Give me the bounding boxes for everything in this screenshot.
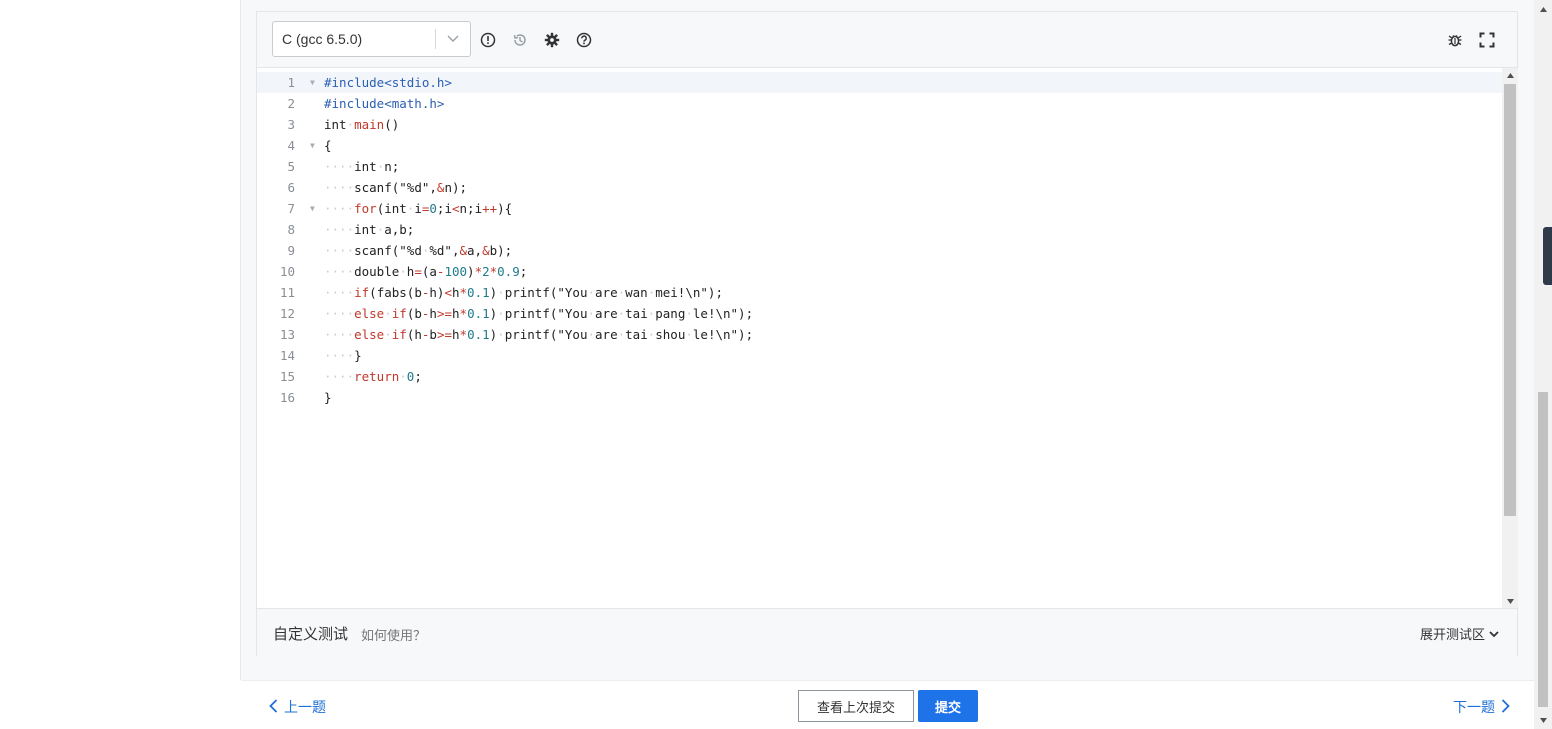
scroll-down-icon[interactable] xyxy=(1502,594,1518,608)
code-line[interactable]: 8 ····int·a,b; xyxy=(257,219,1502,240)
editor-toolbar: C (gcc 6.5.0) xyxy=(257,12,1517,68)
code-line[interactable]: 11 ····if(fabs(b-h)<h*0.1)·printf("You·ar… xyxy=(257,282,1502,303)
help-icon[interactable] xyxy=(575,31,593,49)
language-select-value: C (gcc 6.5.0) xyxy=(282,31,363,47)
custom-test-title: 自定义测试 xyxy=(273,626,349,643)
language-select[interactable]: C (gcc 6.5.0) xyxy=(272,21,471,57)
line-number: 11 xyxy=(279,285,295,300)
scroll-up-icon[interactable] xyxy=(1502,68,1518,82)
view-last-submission-button[interactable]: 查看上次提交 xyxy=(798,690,914,722)
history-icon[interactable] xyxy=(511,31,529,49)
fold-arrow-icon[interactable]: ▼ xyxy=(310,198,320,219)
fold-arrow-icon[interactable]: ▼ xyxy=(310,135,320,156)
code-line[interactable]: 5 ····int·n; xyxy=(257,156,1502,177)
code-text: #include<stdio.h> xyxy=(324,75,452,90)
line-number: 8 xyxy=(287,222,295,237)
code-line[interactable]: 12 ····else·if(b-h>=h*0.1)·printf("You·ar… xyxy=(257,303,1502,324)
submit-button[interactable]: 提交 xyxy=(918,690,978,722)
line-number: 14 xyxy=(279,348,295,363)
code-text: ····else·if(b-h>=h*0.1)·printf("You·are·… xyxy=(324,306,754,321)
page-scrollbar[interactable] xyxy=(1534,0,1552,729)
line-number: 12 xyxy=(279,306,295,321)
next-problem-label: 下一题 xyxy=(1453,699,1495,715)
chevron-down-icon xyxy=(1489,626,1499,641)
code-line[interactable]: 4 ▼ { xyxy=(257,135,1502,156)
code-line[interactable]: 13 ····else·if(h-b>=h*0.1)·printf("You·ar… xyxy=(257,324,1502,345)
code-line[interactable]: 10 ····double·h=(a-100)*2*0.9; xyxy=(257,261,1502,282)
line-number: 4 xyxy=(287,138,295,153)
code-line[interactable]: 6 ····scanf("%d",&n); xyxy=(257,177,1502,198)
line-number: 9 xyxy=(287,243,295,258)
code-text: int·main() xyxy=(324,117,400,132)
code-line[interactable]: 3 int·main() xyxy=(257,114,1502,135)
code-text: ····return·0; xyxy=(324,369,422,384)
line-number: 1 xyxy=(287,75,295,90)
code-text: ····scanf("%d·%d",&a,&b); xyxy=(324,243,513,258)
fullscreen-icon[interactable] xyxy=(1478,31,1496,49)
line-number: 15 xyxy=(279,369,295,384)
code-area[interactable]: 1 ▼ #include<stdio.h> 2 #include<math.h> 3 int… xyxy=(257,68,1502,608)
code-text: ····scanf("%d",&n); xyxy=(324,180,468,195)
expand-test-area-button[interactable]: 展开测试区 xyxy=(1420,624,1499,643)
line-number: 2 xyxy=(287,96,295,111)
debug-icon[interactable] xyxy=(1446,31,1464,49)
code-text: ····} xyxy=(324,348,362,363)
code-text: } xyxy=(324,390,332,405)
line-number: 6 xyxy=(287,180,295,195)
prev-problem-link[interactable]: 上一题 xyxy=(269,697,326,717)
expand-test-area-label: 展开测试区 xyxy=(1419,627,1485,642)
chevron-down-icon[interactable] xyxy=(436,35,470,43)
chevron-right-icon xyxy=(1501,698,1510,716)
code-text: ····double·h=(a-100)*2*0.9; xyxy=(324,264,528,279)
line-number: 16 xyxy=(279,390,295,405)
code-text: ····int·a,b; xyxy=(324,222,415,237)
chevron-left-icon xyxy=(269,698,278,716)
line-number: 7 xyxy=(287,201,295,216)
next-problem-link[interactable]: 下一题 xyxy=(1453,697,1510,717)
settings-icon[interactable] xyxy=(543,31,561,49)
code-line[interactable]: 1 ▼ #include<stdio.h> xyxy=(257,72,1502,93)
editor-scrollbar[interactable] xyxy=(1502,68,1518,608)
code-line[interactable]: 2 #include<math.h> xyxy=(257,93,1502,114)
bottom-action-bar: 上一题 查看上次提交 提交 下一题 xyxy=(241,680,1534,729)
custom-test-bar: 自定义测试 如何使用？ 展开测试区 xyxy=(257,608,1517,656)
code-line[interactable]: 7 ▼ ····for(int·i=0;i<n;i++){ xyxy=(257,198,1502,219)
prev-problem-label: 上一题 xyxy=(284,699,326,715)
info-icon[interactable] xyxy=(479,31,497,49)
code-line[interactable]: 15 ····return·0; xyxy=(257,366,1502,387)
code-line[interactable]: 9 ····scanf("%d·%d",&a,&b); xyxy=(257,240,1502,261)
page-scroll-down-icon[interactable] xyxy=(1534,713,1552,727)
page-scroll-up-icon[interactable] xyxy=(1534,2,1552,16)
code-text: ····for(int·i=0;i<n;i++){ xyxy=(324,201,513,216)
how-to-use-link[interactable]: 如何使用？ xyxy=(361,625,426,644)
editor-scrollbar-thumb[interactable] xyxy=(1504,84,1516,516)
code-line[interactable]: 16} xyxy=(257,387,1502,408)
code-text: #include<math.h> xyxy=(324,96,445,111)
code-editor-panel: C (gcc 6.5.0) 1 ▼ #include<stdio.h> 2 #inclu… xyxy=(256,11,1518,656)
code-line[interactable]: 14 ····} xyxy=(257,345,1502,366)
line-number: 3 xyxy=(287,117,295,132)
code-text: ····int·n; xyxy=(324,159,400,174)
left-blank-area xyxy=(0,0,240,729)
side-floating-tab[interactable] xyxy=(1543,227,1552,285)
line-number: 13 xyxy=(279,327,295,342)
line-number: 10 xyxy=(279,264,295,279)
code-text: ····if(fabs(b-h)<h*0.1)·printf("You·are·… xyxy=(324,285,723,300)
code-text: ····else·if(h-b>=h*0.1)·printf("You·are·… xyxy=(324,327,754,342)
fold-arrow-icon[interactable]: ▼ xyxy=(310,72,320,93)
line-number: 5 xyxy=(287,159,295,174)
code-text: { xyxy=(324,138,332,153)
page-scrollbar-thumb[interactable] xyxy=(1538,392,1548,707)
